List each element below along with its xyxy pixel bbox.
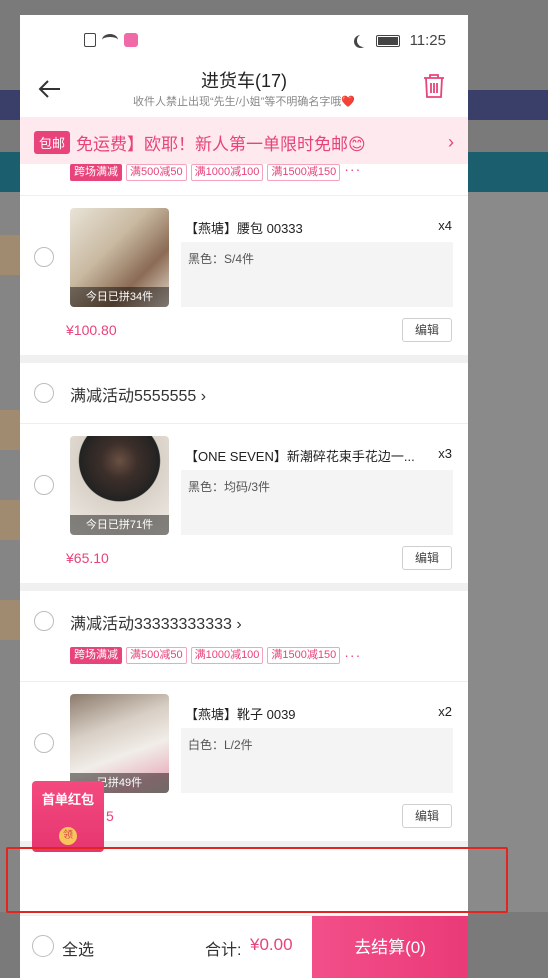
page-title: 进货车(17): [200, 71, 287, 91]
item-price: 5: [106, 808, 114, 824]
total-label: 合计:: [205, 942, 242, 959]
divider: [20, 355, 468, 363]
product-image[interactable]: 今日已拼34件: [70, 208, 169, 307]
background-thumbnail: [0, 410, 20, 450]
red-packet-coin-icon: 领: [59, 827, 77, 845]
item-spec: 黑色：均码/3件: [181, 470, 453, 535]
item-price: ¥65.10: [66, 550, 109, 566]
shop-header[interactable]: 满减活动5555555 ›: [20, 363, 468, 423]
sold-count-caption: 今日已拼34件: [70, 287, 169, 307]
red-packet-label: 首单红包: [41, 792, 94, 807]
item-checkbox[interactable]: [34, 475, 54, 495]
status-icons-left: [84, 33, 138, 47]
sim-icon: [84, 33, 96, 47]
chevron-right-icon: ›: [448, 132, 454, 152]
promo-tag: 跨场满减: [70, 646, 122, 664]
shop-name[interactable]: 满减活动33333333333 ›: [70, 610, 242, 634]
item-name[interactable]: 【燕塘】腰包 00333: [185, 218, 423, 237]
item-quantity: x2: [438, 704, 452, 719]
item-spec: 黑色：S/4件: [181, 242, 453, 307]
page-subtitle: 收件人禁止出现“先生/小姐”等不明确名字哦❤️: [132, 96, 356, 108]
first-order-red-packet[interactable]: 首单红包 领: [32, 781, 104, 852]
trash-icon[interactable]: [422, 73, 446, 99]
background-left-panel: [0, 192, 20, 912]
cart-item: 今日已拼34件 【燕塘】腰包 00333 x4 黑色：S/4件 ¥100.80 …: [20, 195, 468, 355]
promo-tags: 跨场满减 满500减50 满1000减100 满1500减150 ···: [20, 645, 361, 665]
total-value: ¥0.00: [250, 935, 293, 954]
background-right-panel: [468, 192, 548, 912]
item-checkbox[interactable]: [34, 733, 54, 753]
shop-checkbox[interactable]: [34, 383, 54, 403]
promo-tag: 满1500减150: [267, 646, 341, 664]
product-image[interactable]: 已拼49件: [70, 694, 169, 793]
edit-button[interactable]: 编辑: [402, 318, 452, 342]
battery-icon: [375, 34, 400, 47]
background-thumbnail: [0, 235, 20, 275]
status-icons-right: 11:25: [353, 32, 446, 49]
more-icon[interactable]: ···: [344, 648, 361, 662]
item-name[interactable]: 【ONE SEVEN】新潮碎花束手花边一...: [185, 446, 423, 465]
item-quantity: x4: [438, 218, 452, 233]
background-thumbnail: [0, 500, 20, 540]
promo-text: 免运费】欧耶！新人第一单限时免邮😊: [76, 134, 366, 154]
wifi-icon: [102, 34, 118, 46]
item-price: ¥100.80: [66, 322, 117, 338]
checkout-button[interactable]: 去结算(0): [312, 916, 468, 978]
cart-item: 今日已拼71件 【ONE SEVEN】新潮碎花束手花边一... x3 黑色：均码…: [20, 423, 468, 583]
promo-badge: 包邮: [34, 130, 71, 154]
item-spec: 白色：L/2件: [181, 728, 453, 793]
highlight-annotation-box: [6, 847, 508, 913]
page-header: 进货车(17) 收件人禁止出现“先生/小姐”等不明确名字哦❤️: [20, 65, 468, 117]
edit-button[interactable]: 编辑: [402, 804, 452, 828]
checkout-bar: 全选 合计: ¥0.00 去结算(0): [20, 915, 468, 978]
promo-tag: 满1500减150: [267, 164, 341, 181]
promo-tag: 满1000减100: [190, 164, 264, 181]
edit-button[interactable]: 编辑: [402, 546, 452, 570]
phone-screen: 11:25 进货车(17) 收件人禁止出现“先生/小姐”等不明确名字哦❤️ 包邮…: [20, 15, 468, 978]
status-time: 11:25: [409, 32, 446, 49]
select-all-label[interactable]: 全选: [62, 936, 94, 960]
shop-header[interactable]: 满减活动33333333333 › 跨场满减 满500减50 满1000减100…: [20, 591, 468, 681]
status-bar: 11:25: [20, 15, 468, 65]
promo-tag: 满500减50: [126, 646, 187, 664]
product-image[interactable]: 今日已拼71件: [70, 436, 169, 535]
sold-count-caption: 今日已拼71件: [70, 515, 169, 535]
item-checkbox[interactable]: [34, 247, 54, 267]
promo-tag: 满500减50: [126, 164, 187, 181]
promo-tag: 满1000减100: [190, 646, 264, 664]
background-thumbnail: [0, 600, 20, 640]
item-name[interactable]: 【燕塘】靴子 0039: [185, 704, 423, 723]
shop-tags-row-partial: 跨场满减 满500减50 满1000减100 满1500减150 ···: [20, 164, 468, 182]
select-all-checkbox[interactable]: [32, 935, 54, 957]
promo-banner[interactable]: 包邮 免运费】欧耶！新人第一单限时免邮😊 ›: [20, 117, 468, 167]
app-notification-icon: [124, 33, 138, 47]
item-quantity: x3: [438, 446, 452, 461]
shop-checkbox[interactable]: [34, 611, 54, 631]
more-icon[interactable]: ···: [344, 164, 361, 176]
moon-icon: [357, 34, 370, 47]
divider: [20, 583, 468, 591]
shop-name[interactable]: 满减活动5555555 ›: [70, 382, 206, 406]
promo-tag: 跨场满减: [70, 164, 122, 181]
